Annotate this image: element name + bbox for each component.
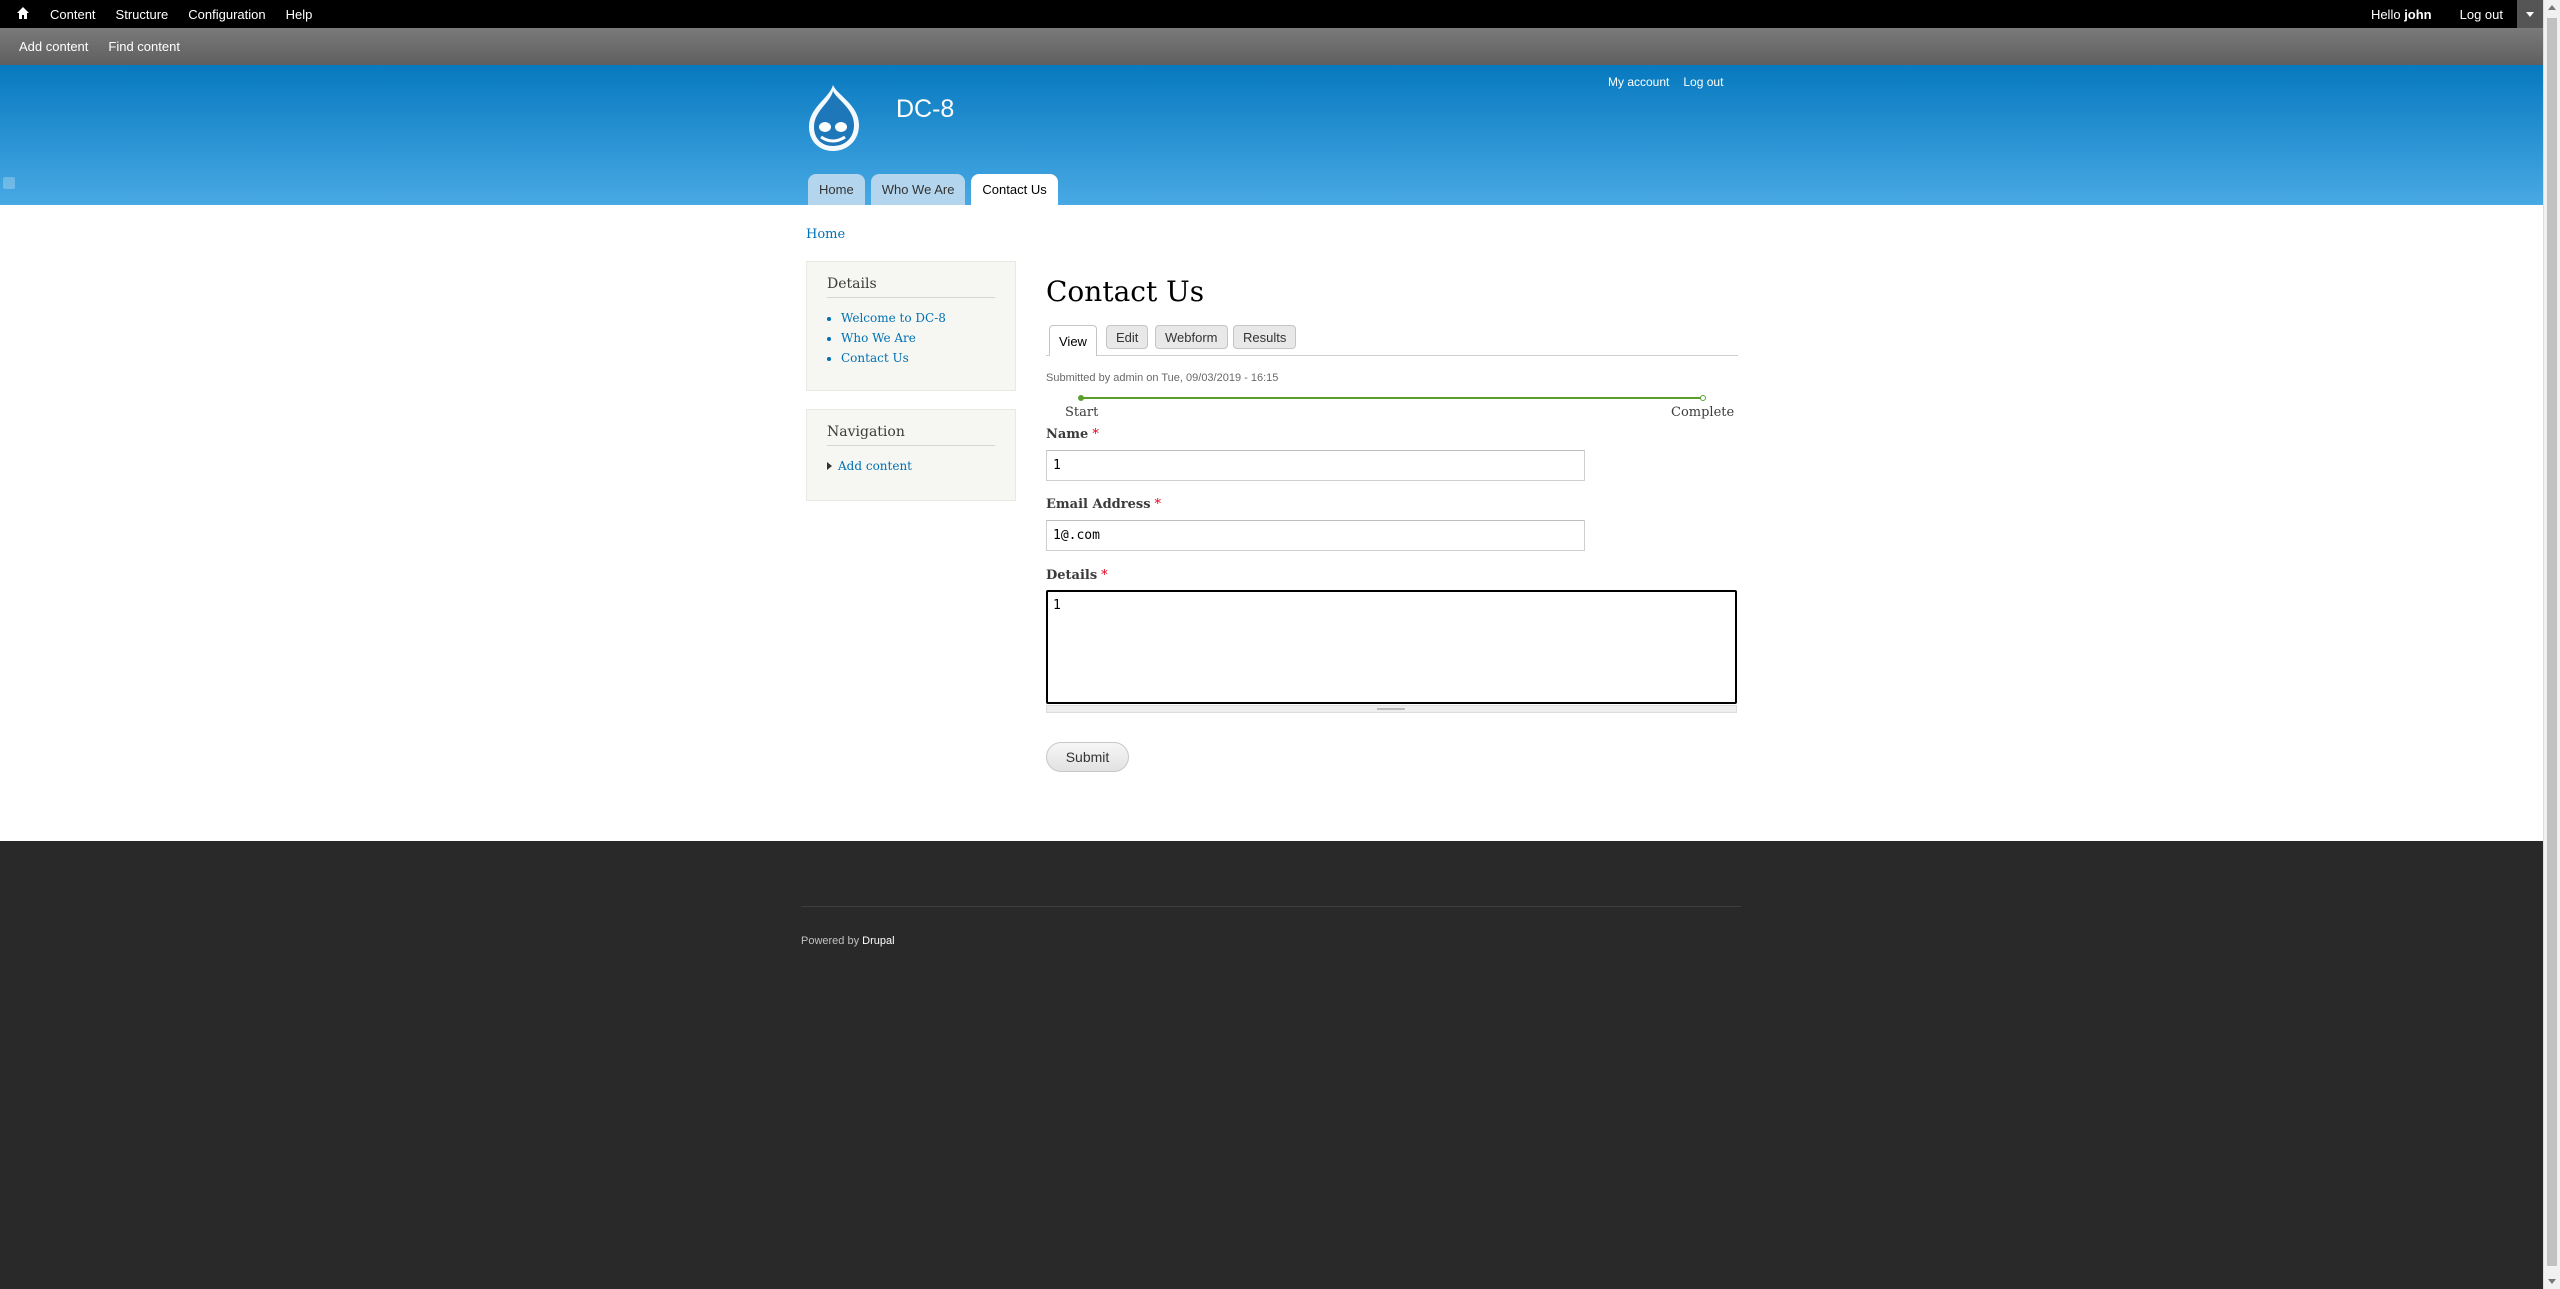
scrollbar-thumb[interactable]	[2547, 18, 2557, 1266]
list-item: Add content	[827, 456, 995, 476]
secondary-menu: My account Log out	[1608, 75, 1723, 89]
toolbar-item-content[interactable]: Content	[50, 7, 96, 22]
scroll-up-icon[interactable]	[2548, 5, 2556, 10]
toolbar-menu: Content Structure Configuration Help	[16, 0, 312, 28]
local-tasks: View Edit Webform Results	[1046, 319, 1738, 356]
page: Content Structure Configuration Help Hel…	[0, 0, 2543, 1289]
sidebar-item-add-content[interactable]: Add content	[838, 456, 912, 476]
skip-link-ghost	[3, 177, 15, 189]
sidebar-navigation-block: Navigation Add content	[806, 409, 1016, 501]
toolbar-user-greeting[interactable]: Hello john	[2371, 7, 2432, 22]
breadcrumb[interactable]: Home	[806, 227, 845, 242]
name-label-text: Name	[1046, 427, 1089, 442]
details-label: Details *	[1046, 568, 1108, 583]
toolbar-item-structure[interactable]: Structure	[116, 7, 169, 22]
name-label: Name *	[1046, 427, 1099, 442]
hello-prefix: Hello	[2370, 6, 2401, 22]
toolbar-toggle-button[interactable]	[2517, 0, 2543, 28]
sidebar-navigation-title: Navigation	[827, 424, 995, 446]
list-item: Welcome to DC-8	[841, 308, 995, 328]
details-textarea[interactable]: 1	[1046, 590, 1737, 704]
tray-find-content-link[interactable]: Find content	[108, 39, 180, 54]
required-marker: *	[1092, 427, 1099, 442]
admin-toolbar: Content Structure Configuration Help Hel…	[0, 0, 2543, 28]
powered-by: Powered by Drupal	[801, 935, 895, 947]
main-area: Home Details Welcome to DC-8 Who We Are …	[0, 205, 2543, 841]
submitted-info: Submitted by admin on Tue, 09/03/2019 - …	[1046, 372, 1279, 384]
email-label: Email Address *	[1046, 497, 1161, 512]
list-item: Contact Us	[841, 348, 995, 368]
my-account-link[interactable]: My account	[1608, 75, 1669, 89]
task-view[interactable]: View	[1049, 325, 1097, 356]
submit-button[interactable]: Submit	[1046, 742, 1129, 772]
list-item: Who We Are	[841, 328, 995, 348]
task-webform[interactable]: Webform	[1155, 325, 1228, 349]
drupal-link[interactable]: Drupal	[862, 935, 894, 947]
task-results[interactable]: Results	[1233, 325, 1297, 349]
tray-add-content-link[interactable]: Add content	[19, 39, 88, 54]
email-field[interactable]: 1@.com	[1046, 520, 1585, 551]
sidebar-details-title: Details	[827, 276, 995, 298]
task-edit[interactable]: Edit	[1106, 325, 1149, 349]
main-menu: Home Who We Are Contact Us	[808, 174, 1058, 205]
sidebar-item-who-we-are[interactable]: Who We Are	[841, 331, 916, 345]
toolbar-item-help[interactable]: Help	[286, 7, 313, 22]
sidebar-item-contact-us[interactable]: Contact Us	[841, 351, 909, 365]
chevron-down-icon	[2526, 11, 2534, 17]
toolbar-username: john	[2404, 6, 2432, 22]
progress-start-label: Start	[1065, 405, 1099, 420]
powered-by-prefix: Powered by	[801, 935, 860, 947]
toolbar-tray: Add content Find content	[0, 28, 2543, 65]
email-label-text: Email Address	[1046, 497, 1151, 512]
site-name[interactable]: DC-8	[896, 95, 954, 124]
scroll-down-icon[interactable]	[2548, 1279, 2556, 1284]
toolbar-logout-link[interactable]: Log out	[2460, 7, 2503, 22]
home-icon	[17, 6, 29, 19]
vertical-scrollbar[interactable]	[2543, 0, 2560, 1289]
progress-end-marker	[1700, 395, 1706, 401]
header-logout-link[interactable]: Log out	[1683, 75, 1723, 89]
wizard-progress-bar	[1078, 395, 1706, 401]
name-field[interactable]: 1	[1046, 450, 1585, 481]
required-marker: *	[1101, 568, 1108, 583]
tab-contact-us[interactable]: Contact Us	[971, 174, 1058, 205]
sidebar-details-block: Details Welcome to DC-8 Who We Are Conta…	[806, 261, 1016, 391]
footer-divider	[801, 906, 1741, 907]
drupal-logo-icon[interactable]	[803, 83, 865, 153]
progress-end-label: Complete	[1671, 405, 1735, 420]
details-label-text: Details	[1046, 568, 1098, 583]
progress-start-marker	[1078, 395, 1084, 401]
page-title: Contact Us	[1046, 275, 1205, 308]
required-marker: *	[1154, 497, 1162, 512]
toolbar-home-button[interactable]	[16, 6, 30, 23]
site-header: DC-8 My account Log out Home Who We Are …	[0, 65, 2543, 205]
triangle-right-icon	[827, 462, 832, 470]
progress-line	[1082, 397, 1702, 399]
site-footer: Powered by Drupal	[0, 841, 2543, 1289]
toolbar-item-configuration[interactable]: Configuration	[188, 7, 265, 22]
tab-who-we-are[interactable]: Who We Are	[870, 174, 966, 205]
sidebar-item-welcome[interactable]: Welcome to DC-8	[841, 311, 946, 325]
tab-home[interactable]: Home	[808, 174, 865, 205]
textarea-resize-handle[interactable]	[1046, 705, 1737, 713]
toolbar-user: Hello john Log out	[2371, 0, 2503, 28]
